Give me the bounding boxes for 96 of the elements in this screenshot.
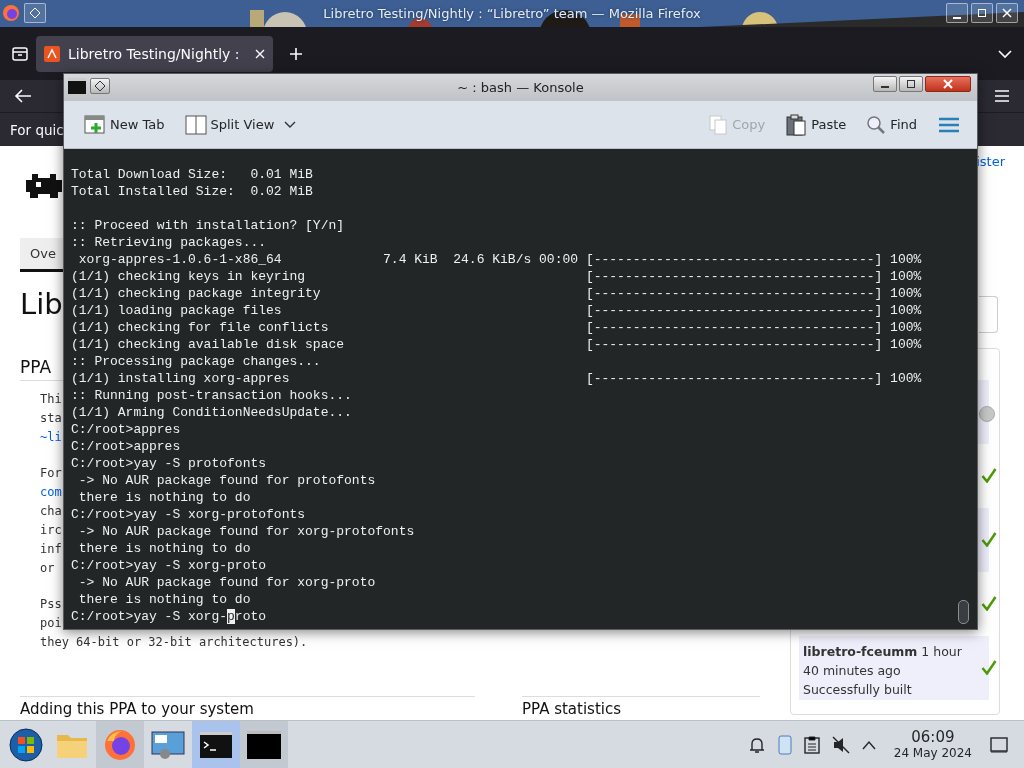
clipboard-icon — [785, 113, 808, 136]
terminal-line: xorg-appres-1.0.6-1-x86_64 — [77, 251, 283, 268]
progress-text: [------------------------------------] 100% — [585, 302, 922, 319]
window-plus-icon — [84, 114, 106, 135]
paragraph-text: irc — [40, 522, 62, 539]
terminal-line: (1/1) checking keys in keyring — [71, 268, 307, 285]
paragraph-text: poi — [40, 615, 62, 632]
paragraph-text: inf — [40, 541, 62, 558]
paste-button[interactable]: Paste — [783, 109, 849, 140]
window-title: ~ : bash — Konsole — [457, 79, 584, 97]
terminal-line: C:/root>yay -S xorg-protofonts — [71, 506, 306, 523]
terminal-icon[interactable] — [68, 78, 86, 94]
paragraph-text: Pss — [40, 596, 62, 613]
terminal-line: (1/1) Arming ConditionNeedsUpdate... — [71, 404, 352, 421]
terminal-line: :: Retrieving packages... — [71, 234, 267, 251]
show-desktop-icon[interactable] — [990, 736, 1008, 753]
muted-speaker-icon[interactable] — [831, 735, 850, 754]
terminal-icon[interactable] — [200, 731, 232, 758]
terminal-line: C:/root>yay -S xorg-proto — [71, 557, 267, 574]
clock-date[interactable]: 24 May 2024 — [893, 745, 972, 761]
section-heading: Adding this PPA to your system — [20, 696, 475, 718]
close-button[interactable] — [925, 76, 971, 92]
page-heading: Lib — [20, 286, 63, 322]
close-icon — [943, 79, 953, 89]
back-icon[interactable] — [14, 89, 32, 103]
maximize-icon — [906, 80, 916, 88]
terminal-line: :: Running post-transaction hooks... — [71, 387, 352, 404]
monitor-icon[interactable] — [151, 729, 185, 760]
progress-text: [------------------------------------] 100% — [585, 319, 922, 336]
build-status: Successfully built — [803, 681, 913, 699]
scrollbar-thumb[interactable] — [958, 600, 969, 624]
diamond-icon — [30, 8, 40, 18]
input-field[interactable] — [979, 296, 998, 333]
paragraph-text: or — [40, 560, 55, 577]
terminal-line: :: Processing package changes... — [71, 353, 321, 370]
progress-text: [------------------------------------] 100% — [585, 370, 922, 387]
close-icon[interactable] — [255, 48, 266, 59]
terminal-line: C:/root>appres — [71, 421, 181, 438]
page-tab[interactable]: Ove — [20, 238, 63, 272]
paragraph-text: Thi — [40, 391, 62, 408]
caret-up-icon[interactable] — [861, 739, 876, 750]
tab-list-icon[interactable] — [12, 46, 28, 61]
keep-above-button[interactable] — [90, 78, 110, 94]
terminal-line: C:/root>yay -S xorg-proto — [71, 608, 267, 625]
notification-text: For quic — [10, 121, 64, 138]
section-heading: PPA statistics — [522, 696, 760, 718]
minimize-icon — [953, 17, 961, 19]
clipboard-icon[interactable] — [803, 735, 820, 754]
link[interactable]: ~li — [40, 428, 62, 447]
diamond-icon — [95, 81, 105, 91]
terminal-line: (1/1) checking for file conflicts — [71, 319, 330, 336]
find-button[interactable]: Find — [864, 110, 919, 139]
firefox-icon[interactable] — [104, 728, 136, 761]
maximize-button[interactable] — [899, 76, 923, 92]
search-icon — [866, 114, 887, 135]
terminal-line: -> No AUR package found for xorg-protofonts — [77, 523, 415, 540]
terminal-line: there is nothing to do — [77, 489, 251, 506]
site-icon — [44, 45, 60, 62]
maximize-icon — [977, 8, 987, 18]
progress-text: [------------------------------------] 100% — [585, 285, 922, 302]
terminal-line: (1/1) checking package integrity — [71, 285, 322, 302]
terminal-line: -> No AUR package found for protofonts — [77, 472, 376, 489]
new-tab-icon[interactable] — [289, 46, 304, 61]
split-view-button[interactable]: Split View — [182, 110, 277, 139]
start-icon[interactable] — [9, 727, 43, 762]
progress-text: [------------------------------------] 100% — [585, 268, 922, 285]
terminal-line: Total Download Size: 0.01 MiB — [71, 166, 313, 183]
progress-text: [------------------------------------] 100% — [585, 336, 922, 353]
terminal-line: C:/root>yay -S protofonts — [71, 455, 267, 472]
minimize-icon — [881, 86, 889, 88]
paragraph-text: they 64-bit or 32-bit architectures). — [40, 634, 308, 651]
terminal-icon[interactable] — [247, 730, 281, 759]
progress-text: [------------------------------------] 100% — [585, 251, 922, 268]
terminal-line: C:/root>appres — [71, 438, 181, 455]
terminal-line: (1/1) loading package files — [71, 302, 283, 319]
clock-time[interactable]: 06:09 — [911, 728, 955, 746]
paragraph-text: cha — [40, 503, 62, 520]
close-icon — [1002, 8, 1012, 18]
paragraph-text: sta — [40, 410, 62, 427]
browser-tab[interactable]: Libretro Testing/Nightly : — [36, 35, 274, 72]
terminal-line: there is nothing to do — [77, 540, 251, 557]
paragraph-text: For — [40, 465, 62, 482]
chevron-icon[interactable] — [284, 120, 297, 129]
build-info: libretro-fceumm 1 hour 40 minutes ago — [803, 643, 963, 680]
bell-icon[interactable] — [747, 735, 766, 754]
link[interactable]: com — [40, 483, 62, 502]
terminal-line: :: Proceed with installation? [Y/n] — [71, 217, 345, 234]
terminal-line: there is nothing to do — [77, 591, 251, 608]
terminal-line: Total Installed Size: 0.02 MiB — [71, 183, 313, 200]
terminal-line: -> No AUR package found for xorg-proto — [77, 574, 376, 591]
terminal-line: (1/1) checking available disk space — [71, 336, 346, 353]
minimize-button[interactable] — [873, 76, 897, 92]
new-tab-button[interactable]: New Tab — [82, 110, 167, 139]
split-pane-icon — [184, 114, 207, 135]
pages-icon — [708, 114, 729, 135]
transfer-stats: 7.4 KiB 24.6 KiB/s 00:00 — [383, 251, 580, 268]
